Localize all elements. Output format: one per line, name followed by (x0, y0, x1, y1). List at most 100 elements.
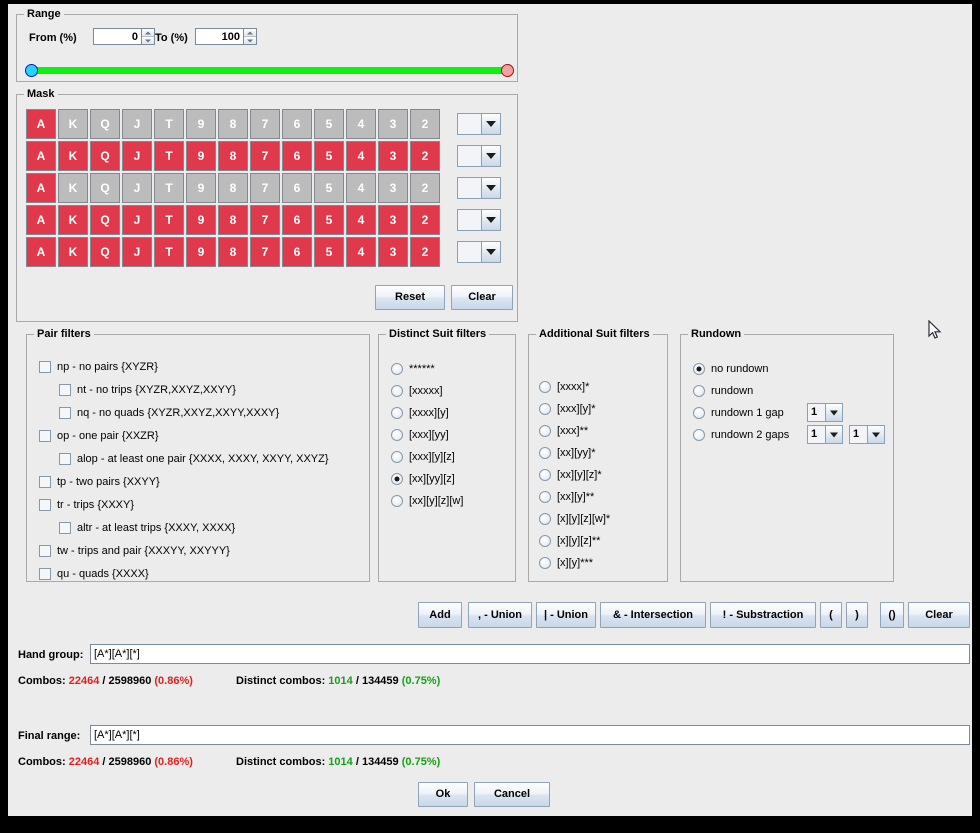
mask-card-r1-k[interactable]: K (58, 109, 88, 139)
mask-card-r1-5[interactable]: 5 (314, 109, 344, 139)
distinct-suit-filter-item-5[interactable]: [xx][yy][z] (391, 471, 455, 487)
rundown-item-3[interactable]: rundown 2 gaps (693, 427, 789, 443)
mask-card-r4-6[interactable]: 6 (282, 205, 312, 235)
radio-icon[interactable] (539, 447, 551, 459)
checkbox-icon[interactable] (39, 476, 51, 488)
range-from-increment[interactable] (142, 29, 154, 37)
mask-card-r4-7[interactable]: 7 (250, 205, 280, 235)
mask-row-1-combo[interactable] (457, 113, 501, 135)
radio-icon[interactable] (391, 385, 403, 397)
mask-row-2-combo[interactable] (457, 145, 501, 167)
mask-card-r2-8[interactable]: 8 (218, 141, 248, 171)
additional-suit-filter-item-7[interactable]: [x][y][z]** (539, 533, 600, 549)
mask-card-r1-9[interactable]: 9 (186, 109, 216, 139)
range-to-input[interactable]: 100 (195, 28, 243, 45)
pipe-union-button[interactable]: | - Union (536, 602, 596, 628)
pair-filter-item-6[interactable]: tr - trips {XXXY} (39, 497, 134, 513)
radio-icon[interactable] (391, 429, 403, 441)
mask-card-r3-t[interactable]: T (154, 173, 184, 203)
mask-card-r4-j[interactable]: J (122, 205, 152, 235)
radio-selected-icon[interactable] (391, 473, 403, 485)
mask-card-r3-q[interactable]: Q (90, 173, 120, 203)
rundown-item-1[interactable]: rundown (693, 383, 753, 399)
mask-card-r5-6[interactable]: 6 (282, 237, 312, 267)
mask-card-r5-j[interactable]: J (122, 237, 152, 267)
rundown-item-2[interactable]: rundown 1 gap (693, 405, 784, 421)
mask-card-r5-8[interactable]: 8 (218, 237, 248, 267)
mask-reset-button[interactable]: Reset (375, 285, 445, 310)
mask-card-r4-8[interactable]: 8 (218, 205, 248, 235)
distinct-suit-filter-item-3[interactable]: [xxx][yy] (391, 427, 449, 443)
distinct-suit-filter-item-0[interactable]: ****** (391, 361, 435, 377)
checkbox-icon[interactable] (59, 453, 71, 465)
radio-selected-icon[interactable] (693, 363, 705, 375)
rundown-item-2-combo-0[interactable]: 1 (807, 403, 843, 422)
radio-icon[interactable] (539, 381, 551, 393)
range-from-input[interactable]: 0 (93, 28, 141, 45)
expression-clear-button[interactable]: Clear (908, 602, 970, 628)
mask-card-r3-3[interactable]: 3 (378, 173, 408, 203)
chevron-down-icon[interactable] (482, 178, 500, 198)
mask-card-r4-5[interactable]: 5 (314, 205, 344, 235)
mask-card-r2-a[interactable]: A (26, 141, 56, 171)
additional-suit-filter-item-4[interactable]: [xx][y][z]* (539, 467, 602, 483)
mask-row-3-combo[interactable] (457, 177, 501, 199)
additional-suit-filter-item-2[interactable]: [xxx]** (539, 423, 588, 439)
rundown-item-3-combo-1[interactable]: 1 (849, 425, 885, 444)
checkbox-icon[interactable] (59, 384, 71, 396)
mask-card-r2-2[interactable]: 2 (410, 141, 440, 171)
mask-card-r1-t[interactable]: T (154, 109, 184, 139)
additional-suit-filter-item-1[interactable]: [xxx][y]* (539, 401, 596, 417)
mask-card-r5-2[interactable]: 2 (410, 237, 440, 267)
pair-filter-item-5[interactable]: tp - two pairs {XXYY} (39, 474, 160, 490)
pair-filter-item-8[interactable]: tw - trips and pair {XXXYY, XXYYY} (39, 543, 230, 559)
radio-icon[interactable] (391, 363, 403, 375)
pair-filter-item-7[interactable]: altr - at least trips {XXXY, XXXX} (59, 520, 235, 536)
mask-card-r1-j[interactable]: J (122, 109, 152, 139)
distinct-suit-filter-item-1[interactable]: [xxxxx] (391, 383, 443, 399)
mask-row-4-combo[interactable] (457, 209, 501, 231)
mask-card-r4-q[interactable]: Q (90, 205, 120, 235)
mask-card-r1-2[interactable]: 2 (410, 109, 440, 139)
mask-card-r4-a[interactable]: A (26, 205, 56, 235)
chevron-down-icon[interactable] (868, 426, 884, 443)
chevron-down-icon[interactable] (482, 242, 500, 262)
mask-card-r3-5[interactable]: 5 (314, 173, 344, 203)
additional-suit-filter-item-5[interactable]: [xx][y]** (539, 489, 594, 505)
rundown-item-0[interactable]: no rundown (693, 361, 769, 377)
range-slider-from-handle[interactable] (25, 64, 38, 77)
radio-icon[interactable] (693, 429, 705, 441)
comma-union-button[interactable]: , - Union (468, 602, 532, 628)
additional-suit-filter-item-6[interactable]: [x][y][z][w]* (539, 511, 610, 527)
paren-open-button[interactable]: ( (820, 602, 842, 628)
mask-card-r4-2[interactable]: 2 (410, 205, 440, 235)
pair-filter-item-2[interactable]: nq - no quads {XYZR,XXYZ,XXYY,XXXY} (59, 405, 279, 421)
mask-card-r2-3[interactable]: 3 (378, 141, 408, 171)
radio-icon[interactable] (539, 403, 551, 415)
mask-clear-button[interactable]: Clear (451, 285, 513, 310)
mask-card-r5-q[interactable]: Q (90, 237, 120, 267)
range-to-decrement[interactable] (244, 37, 256, 44)
add-button[interactable]: Add (418, 602, 462, 628)
range-to-spinner-buttons[interactable] (243, 28, 257, 45)
mask-card-r3-2[interactable]: 2 (410, 173, 440, 203)
checkbox-icon[interactable] (39, 568, 51, 580)
range-slider-to-handle[interactable] (501, 64, 514, 77)
mask-card-r3-7[interactable]: 7 (250, 173, 280, 203)
additional-suit-filter-item-8[interactable]: [x][y]*** (539, 555, 593, 571)
mask-card-r5-4[interactable]: 4 (346, 237, 376, 267)
mask-card-r1-a[interactable]: A (26, 109, 56, 139)
range-to-increment[interactable] (244, 29, 256, 37)
mask-card-r3-k[interactable]: K (58, 173, 88, 203)
mask-card-r4-4[interactable]: 4 (346, 205, 376, 235)
pair-filter-item-9[interactable]: qu - quads {XXXX} (39, 566, 149, 582)
mask-card-r5-5[interactable]: 5 (314, 237, 344, 267)
mask-card-r1-8[interactable]: 8 (218, 109, 248, 139)
mask-card-r1-7[interactable]: 7 (250, 109, 280, 139)
checkbox-icon[interactable] (59, 407, 71, 419)
rundown-item-3-combo-0[interactable]: 1 (807, 425, 843, 444)
radio-icon[interactable] (693, 385, 705, 397)
mask-card-r4-t[interactable]: T (154, 205, 184, 235)
mask-card-r5-3[interactable]: 3 (378, 237, 408, 267)
radio-icon[interactable] (539, 557, 551, 569)
